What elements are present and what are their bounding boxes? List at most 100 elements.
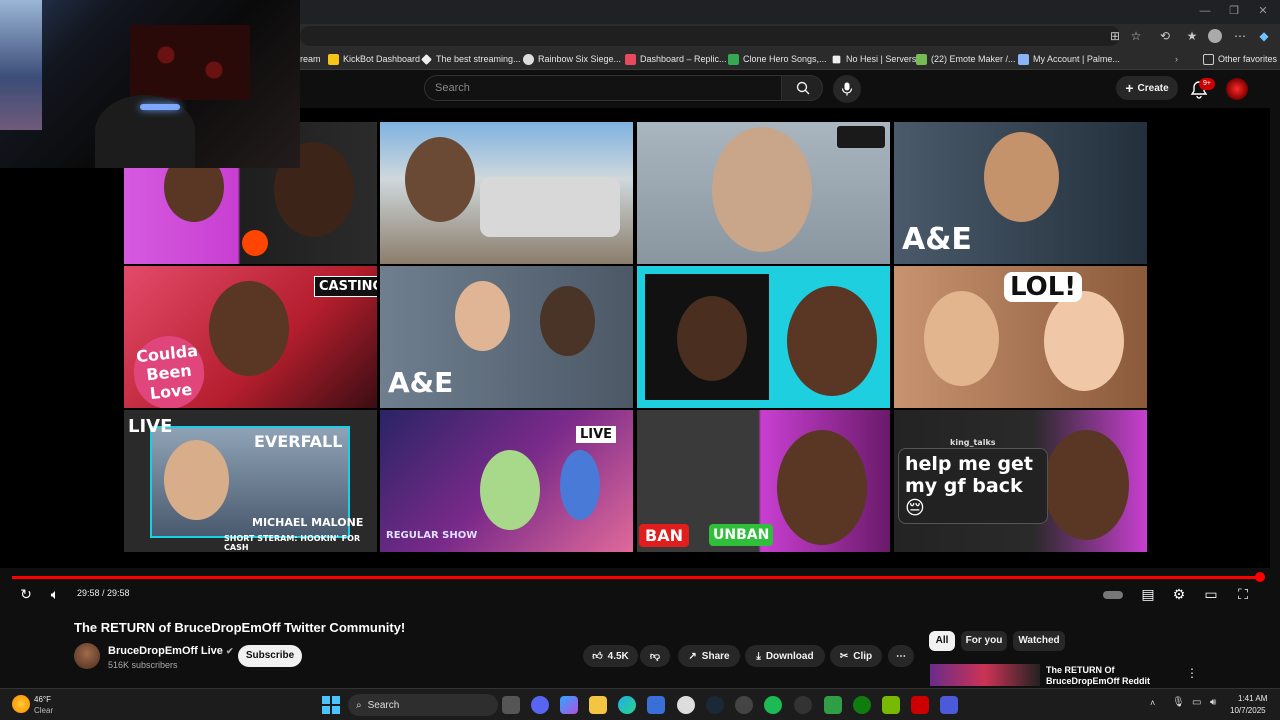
bookmark-item[interactable]: No Hesi | Servers xyxy=(831,51,916,67)
tile-label: A&E xyxy=(902,222,972,257)
search-input[interactable]: Search xyxy=(424,75,782,101)
settings-icon[interactable] xyxy=(677,696,695,714)
more-vert-icon[interactable]: ⋮ xyxy=(1186,666,1198,680)
spotify-icon[interactable] xyxy=(764,696,782,714)
bookmark-item[interactable]: (22) Emote Maker /... xyxy=(916,51,1016,67)
store-icon[interactable] xyxy=(647,696,665,714)
subscribe-button[interactable]: Subscribe xyxy=(238,645,302,667)
taskbar-search[interactable]: ⌕ Search xyxy=(348,694,498,716)
xbox-icon[interactable] xyxy=(853,696,871,714)
copilot-icon[interactable]: ◆ xyxy=(1256,28,1272,44)
video-tile[interactable]: LOL! xyxy=(894,266,1147,408)
autoplay-toggle-icon[interactable] xyxy=(1102,585,1124,603)
clock-date[interactable]: 10/7/2025 xyxy=(1230,706,1266,715)
discord-icon[interactable] xyxy=(531,696,549,714)
bookmark-icon xyxy=(421,53,432,65)
bookmark-item[interactable]: The best streaming... xyxy=(421,51,521,67)
channel-name[interactable]: BruceDropEmOff Live ✔ xyxy=(108,645,234,657)
file-explorer-icon[interactable] xyxy=(589,696,607,714)
search-button[interactable] xyxy=(781,75,823,101)
video-tile[interactable]: king_talks help me get my gf back 😔 xyxy=(894,410,1147,552)
windows-start-icon[interactable] xyxy=(322,696,340,714)
split-view-icon[interactable]: ⊞ xyxy=(1107,28,1123,44)
volume-tray-icon[interactable]: 🔊︎ xyxy=(1210,697,1216,708)
video-tile[interactable]: CASTING Coulda Been Love xyxy=(124,266,377,408)
search-icon xyxy=(796,81,810,95)
video-tile[interactable]: BAN UNBAN xyxy=(637,410,890,552)
chip-watched[interactable]: Watched xyxy=(1013,631,1065,651)
settings-gear-icon[interactable]: ⚙ xyxy=(1169,585,1189,603)
fullscreen-icon[interactable]: ⛶ xyxy=(1233,585,1253,603)
progress-bar[interactable] xyxy=(12,576,1262,579)
star-icon[interactable]: ☆ xyxy=(1128,28,1144,44)
video-tile[interactable]: LIVE REGULAR SHOW xyxy=(380,410,633,552)
bookmark-item[interactable]: My Account | Palme... xyxy=(1018,51,1120,67)
other-favorites[interactable]: Other favorites xyxy=(1203,51,1277,67)
chip-all[interactable]: All xyxy=(929,631,955,651)
bookmark-item[interactable]: ream xyxy=(300,51,321,67)
4k-app-icon[interactable] xyxy=(794,696,812,714)
favorites-icon[interactable]: ★ xyxy=(1184,28,1200,44)
subtitles-icon[interactable]: ▤ xyxy=(1138,585,1158,603)
task-view-icon[interactable] xyxy=(502,696,520,714)
bookmark-item[interactable]: Rainbow Six Siege... xyxy=(523,51,621,67)
recommended-thumbnail[interactable] xyxy=(930,664,1040,686)
copilot-icon[interactable] xyxy=(560,696,578,714)
avatar[interactable] xyxy=(1226,78,1248,100)
obs-icon[interactable] xyxy=(735,696,753,714)
bookmark-item[interactable]: Clone Hero Songs,... xyxy=(728,51,827,67)
msi-icon[interactable] xyxy=(911,696,929,714)
video-tile[interactable]: A&E xyxy=(894,122,1147,264)
bookmark-item[interactable]: KickBot Dashboard xyxy=(328,51,420,67)
minimize-icon[interactable]: — xyxy=(1198,4,1212,18)
browser-profile-icon[interactable] xyxy=(1208,29,1222,43)
progress-knob[interactable] xyxy=(1255,572,1265,582)
volume-icon[interactable]: 🔈︎ xyxy=(45,585,65,603)
bookmarks-overflow-icon[interactable]: › xyxy=(1175,51,1178,67)
clip-button[interactable]: ✂ Clip xyxy=(830,645,882,667)
bookmark-icon xyxy=(523,53,534,65)
like-button[interactable]: 👍︎ 4.5K xyxy=(583,645,638,667)
extensions-icon[interactable]: ⟲ xyxy=(1157,28,1173,44)
mic-tray-icon[interactable]: 🎙︎ xyxy=(1172,697,1185,708)
theater-mode-icon[interactable]: ▭ xyxy=(1201,585,1221,603)
video-player[interactable]: A&E CASTING Coulda Been Love A&E LOL! LIVE… xyxy=(0,108,1270,568)
create-button[interactable]: + Create xyxy=(1116,76,1178,100)
display-tray-icon[interactable]: ▭ xyxy=(1192,697,1201,708)
weather-icon[interactable] xyxy=(12,695,30,713)
recommended-title[interactable]: The RETURN Of BruceDropEmOff Reddit xyxy=(1046,665,1166,687)
more-actions-button[interactable]: ⋯ xyxy=(888,645,914,667)
bookmark-icon xyxy=(916,53,927,65)
video-tile[interactable]: LIVE EVERFALL MICHAEL MALONE SHORT STERA… xyxy=(124,410,377,552)
scissors-icon: ✂ xyxy=(839,650,849,662)
face-image xyxy=(209,281,289,376)
video-tile[interactable] xyxy=(380,122,633,264)
video-tile[interactable] xyxy=(637,122,890,264)
thumbs-up-icon: 👍︎ xyxy=(592,651,603,662)
download-button[interactable]: ⤓ Download xyxy=(745,645,825,667)
steam-icon[interactable] xyxy=(706,696,724,714)
curtain-image xyxy=(130,25,250,100)
video-tile[interactable]: A&E xyxy=(380,266,633,408)
close-icon[interactable]: ✕ xyxy=(1256,4,1270,18)
dislike-button[interactable]: 👎︎ xyxy=(640,645,670,667)
channel-avatar[interactable] xyxy=(74,643,100,669)
nvidia-icon[interactable] xyxy=(882,696,900,714)
tray-overflow-icon[interactable]: ˄ xyxy=(1150,698,1155,708)
weather-temp: 46°F xyxy=(34,695,51,704)
app-icon[interactable] xyxy=(940,696,958,714)
clock-time[interactable]: 1:41 AM xyxy=(1238,694,1267,703)
bookmark-item[interactable]: Dashboard – Replic... xyxy=(625,51,727,67)
video-tile[interactable] xyxy=(637,266,890,408)
bookmark-icon xyxy=(625,53,636,65)
more-icon[interactable]: ⋯ xyxy=(1232,28,1248,44)
edge-icon[interactable] xyxy=(618,696,636,714)
share-button[interactable]: ↗ Share xyxy=(678,645,740,667)
b-app-icon[interactable] xyxy=(824,696,842,714)
chip-for-you[interactable]: For you xyxy=(961,631,1007,651)
address-bar[interactable] xyxy=(300,26,1120,46)
maximize-icon[interactable]: ❐ xyxy=(1227,4,1241,18)
weather-condition: Clear xyxy=(34,706,54,715)
replay-icon[interactable]: ↻ xyxy=(16,585,36,603)
voice-search-button[interactable] xyxy=(833,75,861,103)
